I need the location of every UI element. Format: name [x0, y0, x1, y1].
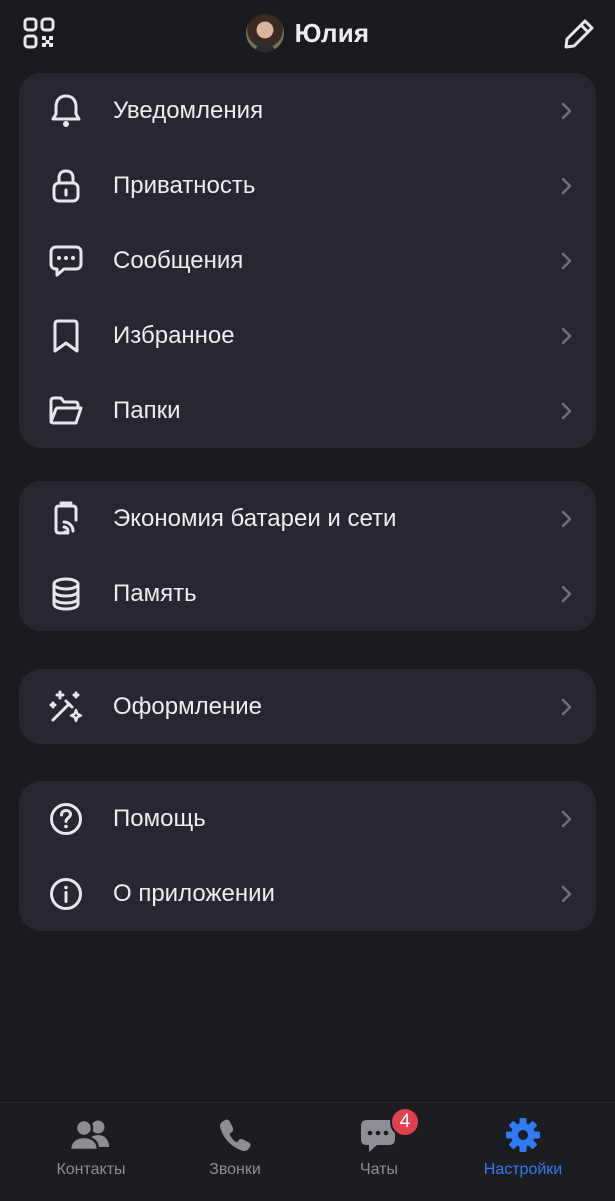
tab-chats[interactable]: 4 Чаты: [302, 1103, 456, 1201]
database-icon: [46, 574, 86, 614]
row-privacy[interactable]: Приватность: [19, 148, 596, 223]
row-label: Экономия батареи и сети: [113, 505, 396, 533]
row-label: Уведомления: [113, 97, 263, 125]
chevron-right-icon: [558, 882, 574, 906]
chevron-right-icon: [558, 807, 574, 831]
row-label: Избранное: [113, 322, 235, 350]
row-messages[interactable]: Сообщения: [19, 223, 596, 298]
tab-label: Чаты: [302, 1161, 456, 1179]
avatar[interactable]: [246, 14, 284, 52]
chevron-right-icon: [558, 249, 574, 273]
pencil-icon: [561, 16, 597, 52]
folder-icon: [46, 391, 86, 431]
chevron-right-icon: [558, 695, 574, 719]
profile-header[interactable]: Юлия: [0, 14, 615, 52]
tab-settings[interactable]: Настройки: [446, 1103, 600, 1201]
info-circle-icon: [46, 874, 86, 914]
bookmark-icon: [46, 316, 86, 356]
row-battery-network[interactable]: Экономия батареи и сети: [19, 481, 596, 556]
edit-button[interactable]: [561, 16, 597, 52]
chevron-right-icon: [558, 99, 574, 123]
tab-label: Контакты: [14, 1161, 168, 1179]
settings-group-help: Помощь О приложении: [19, 781, 596, 931]
contacts-icon: [69, 1115, 113, 1155]
header: Юлия: [0, 0, 615, 72]
row-label: Помощь: [113, 805, 206, 833]
chevron-right-icon: [558, 507, 574, 531]
row-appearance[interactable]: Оформление: [19, 669, 596, 744]
chevron-right-icon: [558, 399, 574, 423]
question-circle-icon: [46, 799, 86, 839]
unread-badge: 4: [390, 1107, 420, 1137]
row-label: Папки: [113, 397, 181, 425]
chevron-right-icon: [558, 324, 574, 348]
bell-icon: [46, 91, 86, 131]
profile-name: Юлия: [295, 18, 370, 49]
tab-calls[interactable]: Звонки: [158, 1103, 312, 1201]
chevron-right-icon: [558, 174, 574, 198]
row-label: Оформление: [113, 693, 262, 721]
row-folders[interactable]: Папки: [19, 373, 596, 448]
gear-icon: [501, 1115, 545, 1155]
lock-icon: [46, 166, 86, 206]
tab-contacts[interactable]: Контакты: [14, 1103, 168, 1201]
chevron-right-icon: [558, 582, 574, 606]
settings-group-main: Уведомления Приватность Сообщения: [19, 73, 596, 448]
magic-wand-icon: [46, 687, 86, 727]
row-label: Сообщения: [113, 247, 243, 275]
message-bubble-icon: [46, 241, 86, 281]
settings-group-appearance: Оформление: [19, 669, 596, 744]
settings-group-storage: Экономия батареи и сети Память: [19, 481, 596, 631]
row-notifications[interactable]: Уведомления: [19, 73, 596, 148]
row-storage[interactable]: Память: [19, 556, 596, 631]
row-label: Приватность: [113, 172, 255, 200]
phone-icon: [213, 1115, 257, 1155]
tab-bar: Контакты Звонки 4 Чаты: [0, 1102, 615, 1200]
row-label: Память: [113, 580, 197, 608]
tab-label: Звонки: [158, 1161, 312, 1179]
row-about[interactable]: О приложении: [19, 856, 596, 931]
tab-label: Настройки: [446, 1161, 600, 1179]
battery-saver-icon: [46, 499, 86, 539]
row-help[interactable]: Помощь: [19, 781, 596, 856]
row-label: О приложении: [113, 880, 275, 908]
row-favorites[interactable]: Избранное: [19, 298, 596, 373]
